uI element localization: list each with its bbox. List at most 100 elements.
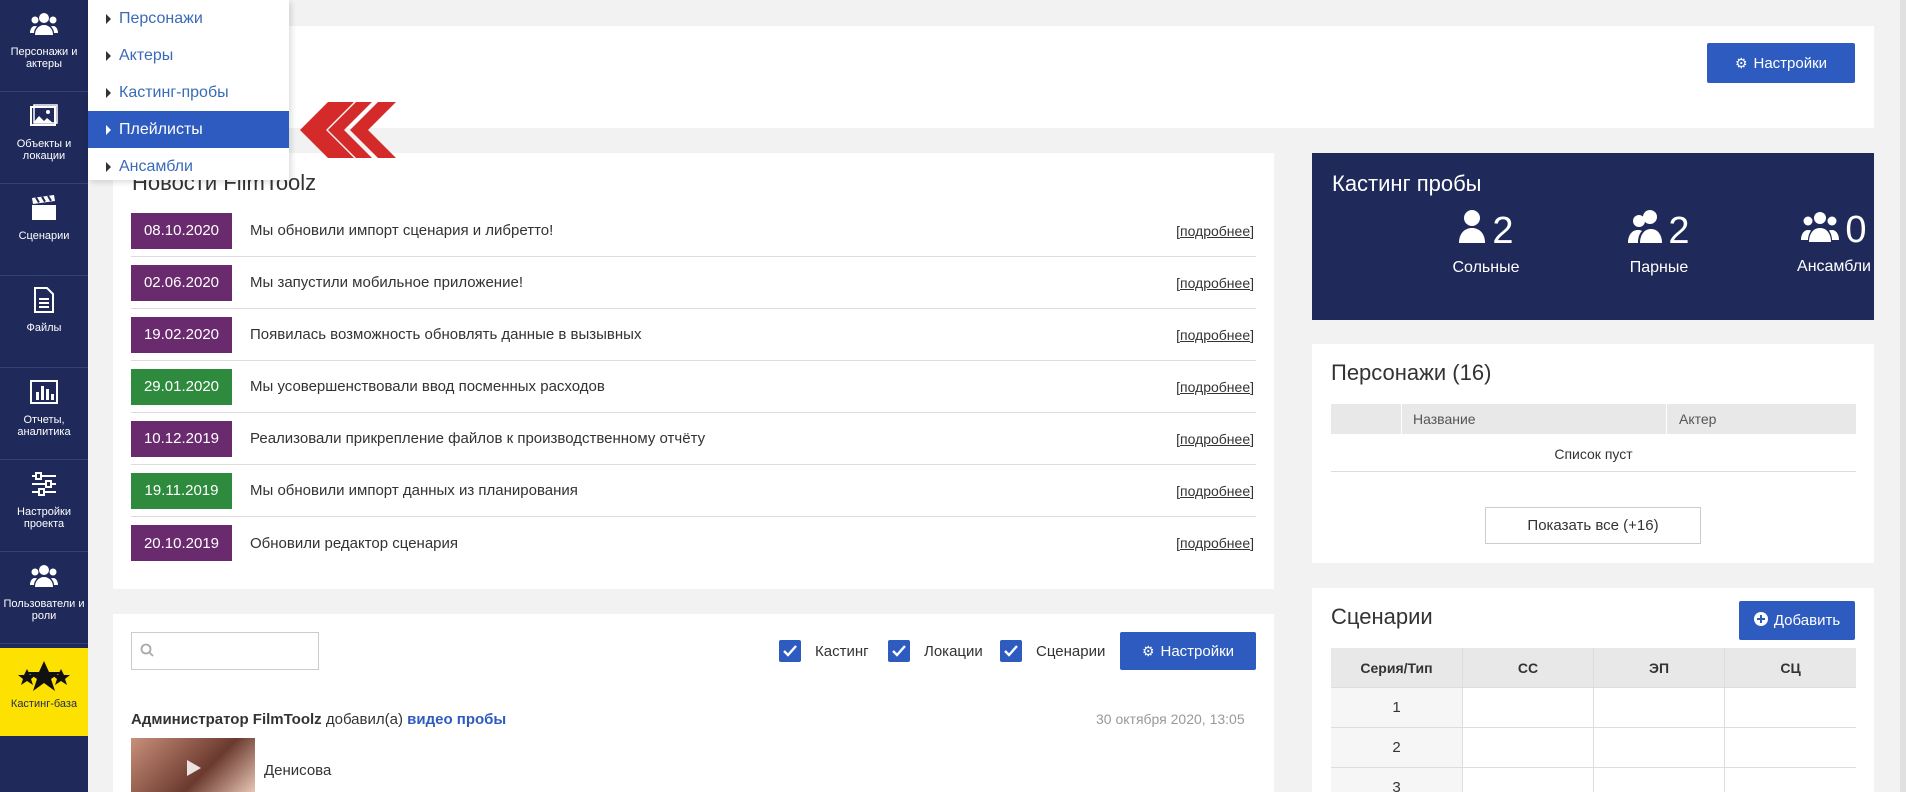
sidebar-item-casting-base[interactable]: Кастинг-база [0, 648, 88, 736]
gear-icon: ⚙ [1141, 642, 1155, 659]
show-all-button[interactable]: Показать все (+16) [1485, 507, 1701, 544]
table-cell[interactable] [1725, 728, 1856, 767]
stat-value: 2 [1492, 209, 1514, 252]
column-header-name[interactable]: Название [1413, 411, 1476, 427]
dropdown-item-label: Плейлисты [119, 120, 203, 138]
sidebar-item-scenarios[interactable]: Сценарии [0, 184, 88, 276]
stat-label: Парные [1629, 259, 1689, 276]
page-scrollbar[interactable] [1900, 0, 1906, 792]
header-settings-button[interactable]: ⚙ Настройки [1707, 43, 1855, 83]
news-more-label: подробнее [1179, 378, 1251, 395]
caret-right-icon [106, 161, 111, 172]
news-date-badge: 19.02.2020 [131, 316, 232, 353]
feed-entry-link[interactable]: видео пробы [407, 711, 506, 728]
column-header: СЦ [1780, 659, 1801, 676]
image-icon [30, 102, 58, 130]
pointer-arrows-icon [298, 102, 408, 163]
table-cell[interactable] [1725, 768, 1856, 792]
sidebar-item-label: Объекты и локации [16, 138, 72, 162]
table-cell[interactable] [1725, 688, 1856, 727]
stars-icon [18, 661, 70, 691]
sidebar-item-reports[interactable]: Отчеты, аналитика [0, 368, 88, 460]
feed-timestamp: 30 октября 2020, 13:05 [1096, 711, 1245, 727]
users-icon [30, 10, 58, 38]
news-more-link[interactable]: [подробнее] [1176, 327, 1254, 343]
table-cell[interactable] [1594, 688, 1725, 727]
feed-author-name[interactable]: Администратор FilmToolz [131, 711, 322, 728]
news-date-badge: 19.11.2019 [131, 472, 232, 509]
stat-value: 2 [1668, 209, 1690, 252]
sidebar-item-users[interactable]: Пользователи и роли [0, 552, 88, 644]
news-more-link[interactable]: [подробнее] [1176, 535, 1254, 551]
dropdown-item-actors[interactable]: Актеры [88, 37, 289, 74]
news-more-link[interactable]: [подробнее] [1176, 275, 1254, 291]
table-row[interactable]: 1 [1331, 688, 1856, 728]
news-date-badge: 08.10.2020 [131, 212, 232, 249]
news-date-badge: 10.12.2019 [131, 420, 232, 457]
caret-right-icon [106, 124, 111, 135]
dropdown-item-casting-tests[interactable]: Кастинг-пробы [88, 74, 289, 111]
scenarios-table: Серия/Тип СС ЭП СЦ 1 2 3 [1331, 648, 1856, 792]
filter-scenarios-checkbox[interactable]: Сценарии [1000, 640, 1105, 662]
table-cell[interactable] [1463, 688, 1594, 727]
column-header: СС [1463, 648, 1594, 687]
stat-label: Ансамбли [1797, 258, 1871, 275]
sidebar-item-characters[interactable]: Персонажи и актеры [0, 0, 88, 92]
gear-icon: ⚙ [1734, 54, 1748, 71]
search-icon [140, 643, 154, 662]
news-text: Мы обновили импорт данных из планировани… [250, 482, 578, 499]
stat-value: 0 [1845, 209, 1867, 251]
column-divider [1666, 404, 1667, 434]
checkbox-label: Локации [924, 642, 983, 660]
chart-icon [30, 378, 58, 406]
sidebar-item-label: Персонажи и актеры [10, 46, 78, 70]
button-label: Настройки [1160, 642, 1235, 660]
news-text: Мы усовершенствовали ввод посменных расх… [250, 378, 605, 395]
news-text: Появилась возможность обновлять данные в… [250, 326, 642, 343]
table-cell[interactable] [1594, 728, 1725, 767]
stat-label: Сольные [1452, 259, 1520, 276]
sidebar-item-files[interactable]: Файлы [0, 276, 88, 368]
dropdown-menu: Персонажи Актеры Кастинг-пробы Плейлисты… [88, 0, 289, 180]
news-more-link[interactable]: [подробнее] [1176, 379, 1254, 395]
sidebar-item-settings[interactable]: Настройки проекта [0, 460, 88, 552]
users-icon [1801, 209, 1840, 252]
table-row[interactable]: 3 [1331, 768, 1856, 792]
sidebar-item-label: Отчеты, аналитика [17, 414, 71, 438]
button-label: Добавить [1773, 612, 1841, 629]
table-header-row: Серия/Тип СС ЭП СЦ [1331, 648, 1856, 688]
search-input[interactable] [160, 637, 310, 665]
checkbox-label: Кастинг [815, 642, 869, 660]
dropdown-item-characters[interactable]: Персонажи [88, 0, 289, 37]
dropdown-item-ensembles[interactable]: Ансамбли [88, 148, 289, 185]
news-text: Реализовали прикрепление файлов к произв… [250, 430, 706, 447]
caret-right-icon [106, 13, 111, 24]
add-scenario-button[interactable]: Добавить [1739, 601, 1855, 640]
stat-pair[interactable]: 2 Парные [1589, 209, 1729, 277]
news-row: 08.10.2020 Мы обновили импорт сценария и… [131, 205, 1256, 257]
feed-settings-button[interactable]: ⚙ Настройки [1120, 632, 1256, 670]
table-cell[interactable] [1463, 768, 1594, 792]
news-more-label: подробнее [1179, 326, 1251, 343]
video-thumbnail[interactable] [131, 738, 255, 792]
stat-solo[interactable]: 2 Сольные [1416, 209, 1556, 277]
dropdown-item-playlists[interactable]: Плейлисты [88, 111, 289, 148]
table-cell[interactable] [1463, 728, 1594, 767]
column-header-actor[interactable]: Актер [1679, 411, 1716, 427]
table-row[interactable]: 2 [1331, 728, 1856, 768]
stat-ensemble[interactable]: 0 Ансамбли [1764, 209, 1904, 276]
news-more-link[interactable]: [подробнее] [1176, 431, 1254, 447]
news-more-link[interactable]: [подробнее] [1176, 483, 1254, 499]
filter-locations-checkbox[interactable]: Локации [888, 640, 983, 662]
checkmark-icon [1000, 640, 1022, 662]
sliders-icon [30, 470, 58, 498]
news-more-label: подробнее [1179, 274, 1251, 291]
search-box [131, 632, 319, 670]
news-row: 19.11.2019 Мы обновили импорт данных из … [131, 465, 1256, 517]
table-cell[interactable] [1594, 768, 1725, 792]
sidebar-item-objects[interactable]: Объекты и локации [0, 92, 88, 184]
button-label: Настройки [1753, 54, 1828, 72]
caret-right-icon [106, 87, 111, 98]
news-more-link[interactable]: [подробнее] [1176, 223, 1254, 239]
filter-casting-checkbox[interactable]: Кастинг [779, 640, 869, 662]
